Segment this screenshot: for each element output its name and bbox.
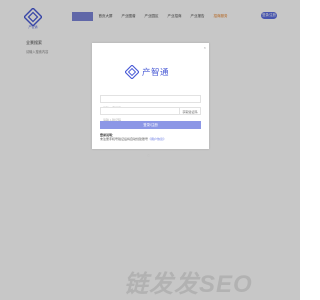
loading-spinner-icon: ◌	[147, 153, 150, 159]
code-field-wrap: 获取验证码	[100, 107, 201, 123]
login-tip: 登录说明： 未注册手机号验证后将自动创建账号《用户协议》	[100, 133, 166, 141]
modal-brand-name: 产智通	[142, 67, 170, 77]
modal-logo-icon	[125, 65, 139, 79]
phone-field-wrap	[100, 95, 201, 111]
tip-text: 未注册手机号验证后将自动创建账号	[100, 137, 149, 141]
login-modal: × 产智通 获取验证码 登录/注册 登录说明： 未注册手机号验证后将自动创建账号…	[92, 43, 209, 149]
submit-login-button[interactable]: 登录/注册	[100, 121, 201, 129]
get-code-button[interactable]: 获取验证码	[179, 108, 200, 114]
close-icon[interactable]: ×	[204, 46, 206, 50]
user-agreement-link[interactable]: 《用户协议》	[148, 137, 166, 141]
watermark-text: 链发发SEO	[124, 271, 253, 298]
